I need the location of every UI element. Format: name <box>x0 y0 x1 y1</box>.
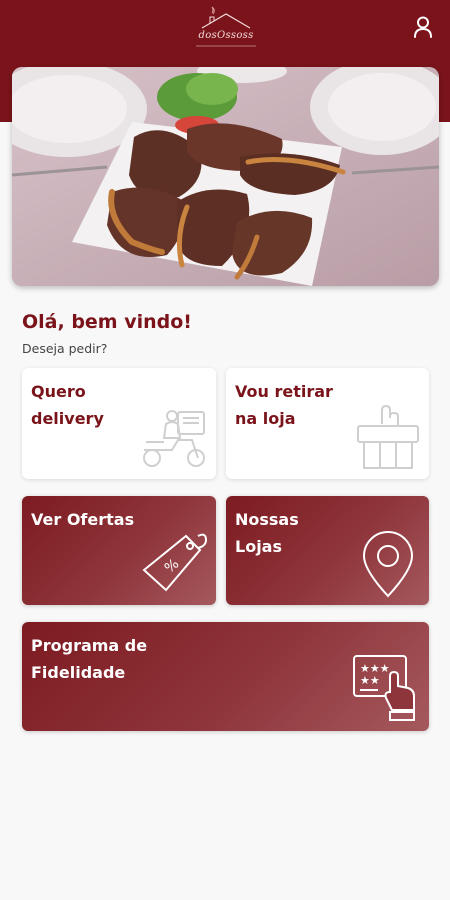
delivery-label-line1: Quero <box>31 382 86 401</box>
hero-food-photo <box>12 67 439 286</box>
delivery-card[interactable]: Quero delivery <box>22 368 216 479</box>
welcome-subtitle: Deseja pedir? <box>22 341 108 356</box>
logo-graphic <box>196 6 256 47</box>
loyalty-label: Programa de Fidelidade <box>31 632 291 686</box>
svg-text:★★: ★★ <box>360 674 380 687</box>
offers-label: Ver Ofertas <box>31 510 135 529</box>
delivery-label-line2: delivery <box>31 409 104 428</box>
loyalty-label-line2: Fidelidade <box>31 663 126 682</box>
location-pin-icon <box>362 531 414 598</box>
profile-button[interactable] <box>408 12 438 42</box>
loyalty-card-icon: ★★★ ★★ <box>353 655 415 721</box>
delivery-scooter-icon <box>143 410 205 467</box>
welcome-title: Olá, bem vindo! <box>22 311 192 333</box>
pickup-label-line2: na loja <box>235 409 296 428</box>
logo-text: dosOssoss <box>198 30 254 41</box>
pickup-card[interactable]: Vou retirar na loja <box>226 368 429 479</box>
stores-label-line2: Lojas <box>235 537 282 556</box>
loyalty-card[interactable]: Programa de Fidelidade ★★★ ★★ <box>22 622 429 731</box>
stores-label-line1: Nossas <box>235 510 299 529</box>
user-icon <box>414 16 432 38</box>
store-pickup-icon <box>357 404 419 469</box>
discount-tag-icon: % <box>142 533 208 592</box>
pickup-label-line1: Vou retirar <box>235 382 333 401</box>
loyalty-label-line1: Programa de <box>31 636 148 655</box>
offers-card[interactable]: Ver Ofertas % <box>22 496 216 605</box>
restaurant-logo: dosOssoss <box>188 4 264 50</box>
grilled-steak-plate-photo <box>12 67 439 286</box>
stores-card[interactable]: Nossas Lojas <box>226 496 429 605</box>
